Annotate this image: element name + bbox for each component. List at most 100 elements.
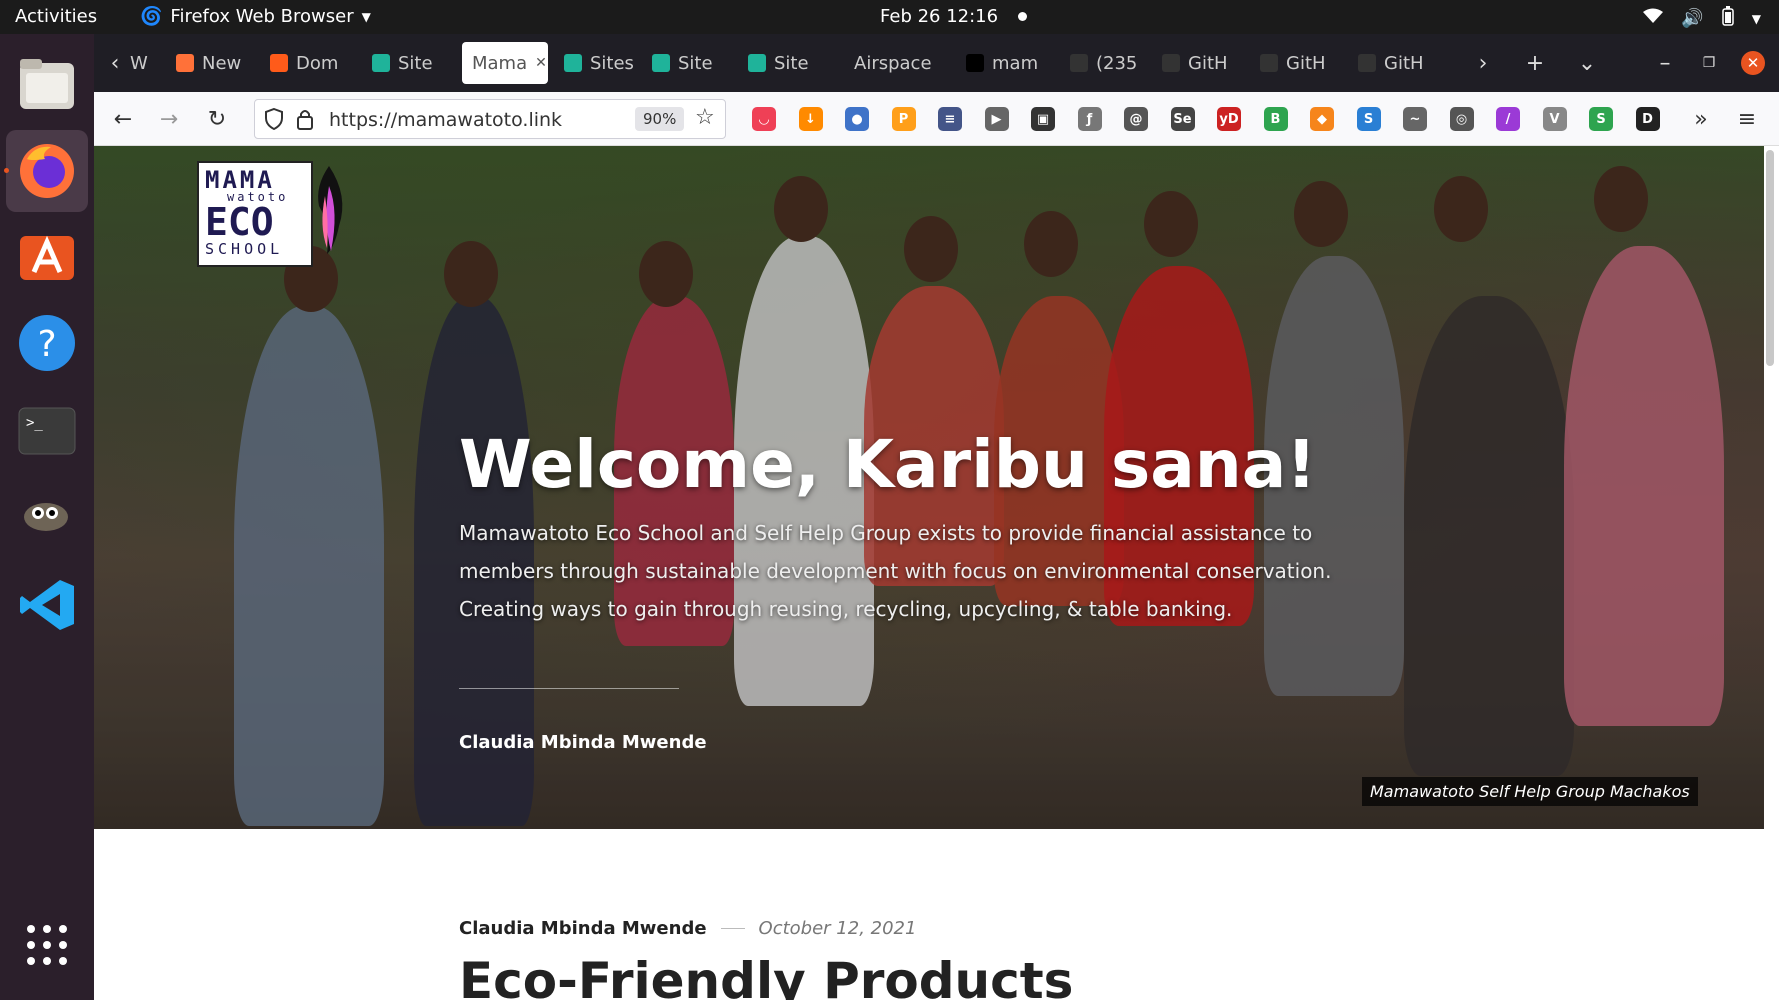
yd-extension-icon[interactable]: yD bbox=[1217, 107, 1241, 131]
close-window-button[interactable]: ✕ bbox=[1736, 46, 1770, 80]
tab-8[interactable]: Site bbox=[748, 42, 820, 84]
list-extension-icon[interactable]: ≡ bbox=[938, 107, 962, 131]
swirl-extension-icon[interactable]: @ bbox=[1124, 107, 1148, 131]
pen-extension-icon[interactable]: / bbox=[1496, 107, 1520, 131]
tab-favicon-icon bbox=[1162, 54, 1180, 72]
close-tab-icon[interactable]: ✕ bbox=[535, 55, 547, 71]
tab-12[interactable]: GitH bbox=[1162, 42, 1236, 84]
green-b-extension-icon[interactable]: B bbox=[1263, 107, 1288, 131]
post-meta: Claudia Mbinda Mwende October 12, 2021 bbox=[459, 918, 916, 939]
tab-favicon-icon bbox=[966, 54, 984, 72]
activities-button[interactable]: Activities bbox=[15, 6, 97, 27]
hero-heading: Welcome, Karibu sana! bbox=[459, 426, 1317, 503]
svg-text:>_: >_ bbox=[26, 415, 43, 431]
status-area[interactable]: 🔊 ▼ bbox=[1643, 6, 1761, 31]
tab-10[interactable]: mam bbox=[966, 42, 1050, 84]
post-date: October 12, 2021 bbox=[758, 918, 917, 939]
tab-scroll-left-button[interactable]: ‹ bbox=[98, 46, 132, 80]
lock-icon[interactable] bbox=[297, 108, 313, 134]
vscode-dock-item[interactable] bbox=[6, 564, 88, 646]
close-icon: ✕ bbox=[1741, 51, 1765, 75]
files-icon bbox=[20, 59, 74, 109]
restore-button[interactable]: ❐ bbox=[1692, 46, 1726, 80]
system-top-bar: Activities 🌀 Firefox Web Browser ▼ Feb 2… bbox=[0, 0, 1779, 34]
back-button[interactable]: ← bbox=[106, 102, 140, 136]
site-logo[interactable]: MAMA watoto ECO SCHOOL bbox=[197, 161, 313, 267]
squirrel-extension-icon[interactable]: ~ bbox=[1403, 107, 1427, 131]
hero-section: MAMA watoto ECO SCHOOL Welcome, Karibu s… bbox=[94, 146, 1764, 829]
new-tab-button[interactable]: + bbox=[1518, 46, 1552, 80]
hero-author-link[interactable]: Claudia Mbinda Mwende bbox=[459, 732, 707, 753]
post-author-link[interactable]: Claudia Mbinda Mwende bbox=[459, 918, 707, 939]
terminal-dock-item[interactable]: >_ bbox=[6, 390, 88, 472]
tab-5[interactable]: Mama ✕ bbox=[462, 42, 548, 84]
page-scrollbar[interactable] bbox=[1766, 150, 1774, 366]
tab-6[interactable]: Sites bbox=[564, 42, 634, 84]
tab-bar: ‹ W New Dom Site Mama ✕ Sites Site Site Airspace m… bbox=[94, 34, 1779, 92]
s-extension-icon[interactable]: S bbox=[1356, 107, 1381, 131]
chevron-down-icon: ▼ bbox=[361, 9, 371, 24]
tab-3[interactable]: Dom bbox=[270, 42, 348, 84]
globe-extension-icon[interactable]: ● bbox=[845, 107, 869, 131]
tab-scroll-right-button[interactable]: › bbox=[1466, 46, 1500, 80]
logo-flame-icon bbox=[318, 166, 343, 254]
tracking-protection-shield-icon[interactable] bbox=[265, 107, 283, 134]
tab-favicon-icon bbox=[1358, 54, 1376, 72]
files-dock-item[interactable] bbox=[6, 44, 88, 126]
url-text: https://mamawatoto.link bbox=[329, 109, 563, 131]
dock: ? >_ bbox=[0, 34, 94, 1000]
tab-2[interactable]: New bbox=[176, 42, 248, 84]
orange-extension-icon[interactable]: P bbox=[891, 107, 916, 131]
app-menu[interactable]: 🌀 Firefox Web Browser ▼ bbox=[140, 6, 371, 27]
app-grid-dock-item[interactable] bbox=[6, 904, 88, 986]
tab-label: GitH bbox=[1188, 52, 1228, 74]
terminal-icon: >_ bbox=[18, 407, 76, 455]
tab-favicon-icon bbox=[652, 54, 670, 72]
tab-14[interactable]: GitH bbox=[1358, 42, 1432, 84]
clock[interactable]: Feb 26 12:16 bbox=[880, 6, 1028, 27]
help-dock-item[interactable]: ? bbox=[6, 302, 88, 384]
more-tools-button[interactable]: » bbox=[1684, 102, 1718, 136]
hero-divider bbox=[459, 688, 679, 689]
firefox-dock-item[interactable] bbox=[4, 130, 88, 212]
minimize-button[interactable]: – bbox=[1648, 46, 1682, 80]
pocket-icon[interactable]: ◡ bbox=[752, 107, 776, 131]
shield-extension-icon[interactable]: S bbox=[1589, 107, 1613, 131]
tab-label: (235 bbox=[1096, 52, 1138, 74]
page-content: MAMA watoto ECO SCHOOL Welcome, Karibu s… bbox=[94, 146, 1779, 1000]
navigation-toolbar: ← → ↻ https://mamawatoto.link 90% ☆ ◡ ↓ ● P… bbox=[94, 92, 1779, 146]
feather-extension-icon[interactable]: ƒ bbox=[1077, 107, 1102, 131]
d-extension-icon[interactable]: D bbox=[1635, 107, 1660, 131]
hero-intro-text: Mamawatoto Eco School and Self Help Grou… bbox=[459, 521, 1332, 621]
gimp-dock-item[interactable] bbox=[6, 478, 88, 560]
circle-extension-icon[interactable]: ◎ bbox=[1449, 107, 1474, 131]
play-extension-icon[interactable]: ▶ bbox=[984, 107, 1009, 131]
reload-button[interactable]: ↻ bbox=[200, 102, 234, 136]
software-center-icon bbox=[20, 235, 74, 280]
battery-icon bbox=[1722, 6, 1734, 31]
tab-label: New bbox=[202, 52, 242, 74]
download-icon[interactable]: ↓ bbox=[798, 107, 823, 131]
post-title-link[interactable]: Eco-Friendly Products bbox=[459, 952, 1073, 1000]
notification-dot-icon bbox=[1018, 12, 1028, 21]
tab-label: GitH bbox=[1384, 52, 1424, 74]
app-menu-button[interactable]: ≡ bbox=[1730, 102, 1764, 136]
v-extension-icon[interactable]: V bbox=[1542, 107, 1567, 131]
tab-4[interactable]: Site bbox=[372, 42, 444, 84]
url-bar[interactable]: https://mamawatoto.link 90% ☆ bbox=[254, 99, 726, 139]
metamask-icon[interactable]: ◆ bbox=[1310, 107, 1334, 131]
forward-button[interactable]: → bbox=[152, 102, 186, 136]
vscode-icon bbox=[20, 580, 74, 630]
software-center-dock-item[interactable] bbox=[6, 214, 88, 296]
list-all-tabs-button[interactable]: ⌄ bbox=[1570, 46, 1604, 80]
tab-13[interactable]: GitH bbox=[1260, 42, 1334, 84]
box-extension-icon[interactable]: ▣ bbox=[1031, 107, 1055, 131]
tab-7[interactable]: Site bbox=[652, 42, 724, 84]
tab-9[interactable]: Airspace bbox=[854, 42, 946, 84]
selenium-extension-icon[interactable]: Se bbox=[1170, 107, 1195, 131]
tab-label: W bbox=[130, 52, 148, 74]
tab-1[interactable]: W bbox=[130, 42, 150, 84]
zoom-indicator[interactable]: 90% bbox=[635, 107, 685, 131]
tab-11[interactable]: (235 bbox=[1070, 42, 1144, 84]
bookmark-star-icon[interactable]: ☆ bbox=[695, 105, 715, 130]
